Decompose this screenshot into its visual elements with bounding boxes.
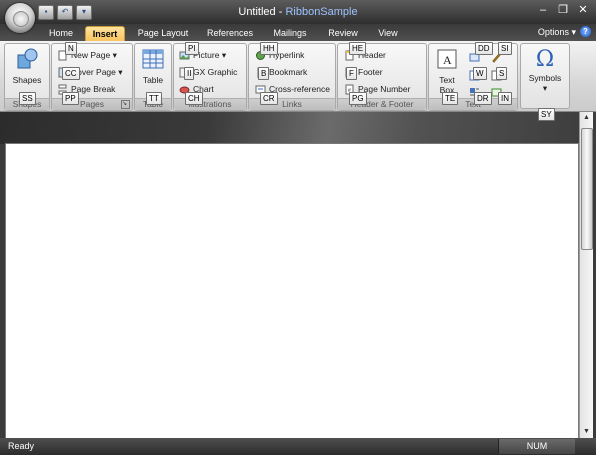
keytip-cc: CC bbox=[62, 67, 80, 80]
keytip-ii: II bbox=[184, 67, 195, 80]
keytip-w: W bbox=[473, 67, 487, 80]
title-bar: ▪ ↶ ▾ Untitled - RibbonSample – ❐ ✕ bbox=[0, 0, 596, 24]
tab-home[interactable]: Home bbox=[45, 26, 77, 41]
title-separator: - bbox=[275, 6, 286, 18]
options-label: Options bbox=[537, 27, 569, 37]
keytip-ss: SS bbox=[19, 92, 36, 105]
status-bar: Ready NUM bbox=[0, 438, 596, 455]
keytip-cr: CR bbox=[260, 92, 278, 105]
text-box-icon: A bbox=[437, 49, 457, 69]
group-text: A Text Box ▾ DD SI W S TE DR IN Text bbox=[428, 42, 518, 111]
office-logo-icon bbox=[13, 11, 29, 27]
dialog-launcher-icon[interactable]: ↘ bbox=[121, 100, 130, 109]
group-header-footer: Header Footer #Page Number HE F PG Heade… bbox=[337, 42, 427, 111]
keytip-dr: DR bbox=[474, 92, 492, 105]
tab-review[interactable]: Review bbox=[323, 26, 363, 41]
symbols-button[interactable]: Ω Symbols ▾ bbox=[523, 47, 567, 94]
shapes-label: Shapes bbox=[12, 75, 42, 85]
group-pages: New Page ▾ Cover Page ▾ Page Break N CC … bbox=[51, 42, 133, 111]
document-canvas[interactable] bbox=[5, 143, 579, 439]
keytip-f: F bbox=[346, 67, 357, 80]
window-controls: – ❐ ✕ bbox=[534, 3, 592, 18]
keytip-pi: PI bbox=[185, 42, 199, 55]
tab-mailings[interactable]: Mailings bbox=[266, 26, 314, 41]
vertical-scrollbar[interactable]: ▲ ▼ bbox=[579, 112, 593, 438]
minimize-button[interactable]: – bbox=[534, 3, 552, 18]
bookmark-label: Bookmark bbox=[269, 67, 308, 77]
new-page-label: New Page bbox=[71, 50, 111, 60]
application-button[interactable] bbox=[5, 3, 35, 33]
restore-button[interactable]: ❐ bbox=[554, 3, 572, 18]
window-title: Untitled - RibbonSample bbox=[0, 6, 596, 18]
shapes-icon bbox=[17, 48, 38, 69]
omega-icon: Ω bbox=[535, 47, 555, 72]
tab-insert[interactable]: Insert bbox=[85, 26, 125, 42]
table-button[interactable]: Table bbox=[136, 47, 170, 85]
footer-label: Footer bbox=[358, 67, 383, 77]
keytip-pp: PP bbox=[62, 92, 79, 105]
app-name: RibbonSample bbox=[285, 6, 358, 18]
keytip-si: SI bbox=[498, 42, 512, 55]
document-background bbox=[0, 112, 596, 144]
chevron-down-icon: ▾ bbox=[542, 83, 548, 93]
ribbon-tabs: Home Insert Page Layout References Maili… bbox=[0, 24, 596, 42]
group-links: Hyperlink Bookmark Cross-reference HH B … bbox=[248, 42, 336, 111]
cross-reference-label: Cross-reference bbox=[269, 84, 330, 94]
keytip-te: TE bbox=[442, 92, 459, 105]
help-icon[interactable]: ? bbox=[580, 26, 591, 37]
keytip-ch: CH bbox=[185, 92, 203, 105]
table-icon bbox=[142, 49, 164, 69]
chevron-down-icon: ▾ bbox=[571, 27, 576, 37]
gx-graphic-label: GX Graphic bbox=[193, 67, 238, 77]
symbols-label: Symbols bbox=[528, 73, 562, 83]
tab-page-layout[interactable]: Page Layout bbox=[133, 26, 193, 41]
group-table: Table TT Table bbox=[134, 43, 172, 111]
document-name: Untitled bbox=[238, 6, 276, 18]
keytip-n: N bbox=[65, 42, 77, 55]
keytip-s: S bbox=[496, 67, 508, 80]
keytip-b: B bbox=[258, 67, 270, 80]
scrollbar-thumb[interactable] bbox=[581, 128, 593, 250]
svg-text:A: A bbox=[443, 53, 452, 67]
group-shapes: Shapes SS Shapes bbox=[4, 43, 50, 111]
keytip-dd: DD bbox=[475, 42, 493, 55]
keytip-in: IN bbox=[498, 92, 512, 105]
keytip-sy: SY bbox=[538, 108, 555, 121]
scroll-down-icon[interactable]: ▼ bbox=[580, 426, 593, 438]
application-window: ▪ ↶ ▾ Untitled - RibbonSample – ❐ ✕ Home… bbox=[0, 0, 596, 455]
shapes-button[interactable]: Shapes bbox=[7, 47, 47, 85]
table-label: Table bbox=[142, 75, 164, 85]
status-ready: Ready bbox=[8, 441, 35, 451]
num-lock-indicator: NUM bbox=[498, 439, 575, 454]
scroll-up-icon[interactable]: ▲ bbox=[580, 112, 593, 124]
group-symbols: Ω Symbols ▾ bbox=[520, 43, 570, 109]
keytip-he: HE bbox=[349, 42, 367, 55]
keytip-hh: HH bbox=[260, 42, 278, 55]
tab-view[interactable]: View bbox=[370, 26, 406, 41]
keytip-pg: PG bbox=[349, 92, 367, 105]
close-button[interactable]: ✕ bbox=[574, 3, 592, 18]
keytip-tt: TT bbox=[146, 92, 162, 105]
tab-references[interactable]: References bbox=[202, 26, 258, 41]
options-menu[interactable]: Options ▾ bbox=[538, 27, 576, 38]
group-illustrations: Picture ▾ GX Graphic Chart PI II CH Illu… bbox=[173, 42, 247, 111]
ribbon: Shapes SS Shapes New Page ▾ Cover Page ▾… bbox=[0, 41, 596, 121]
